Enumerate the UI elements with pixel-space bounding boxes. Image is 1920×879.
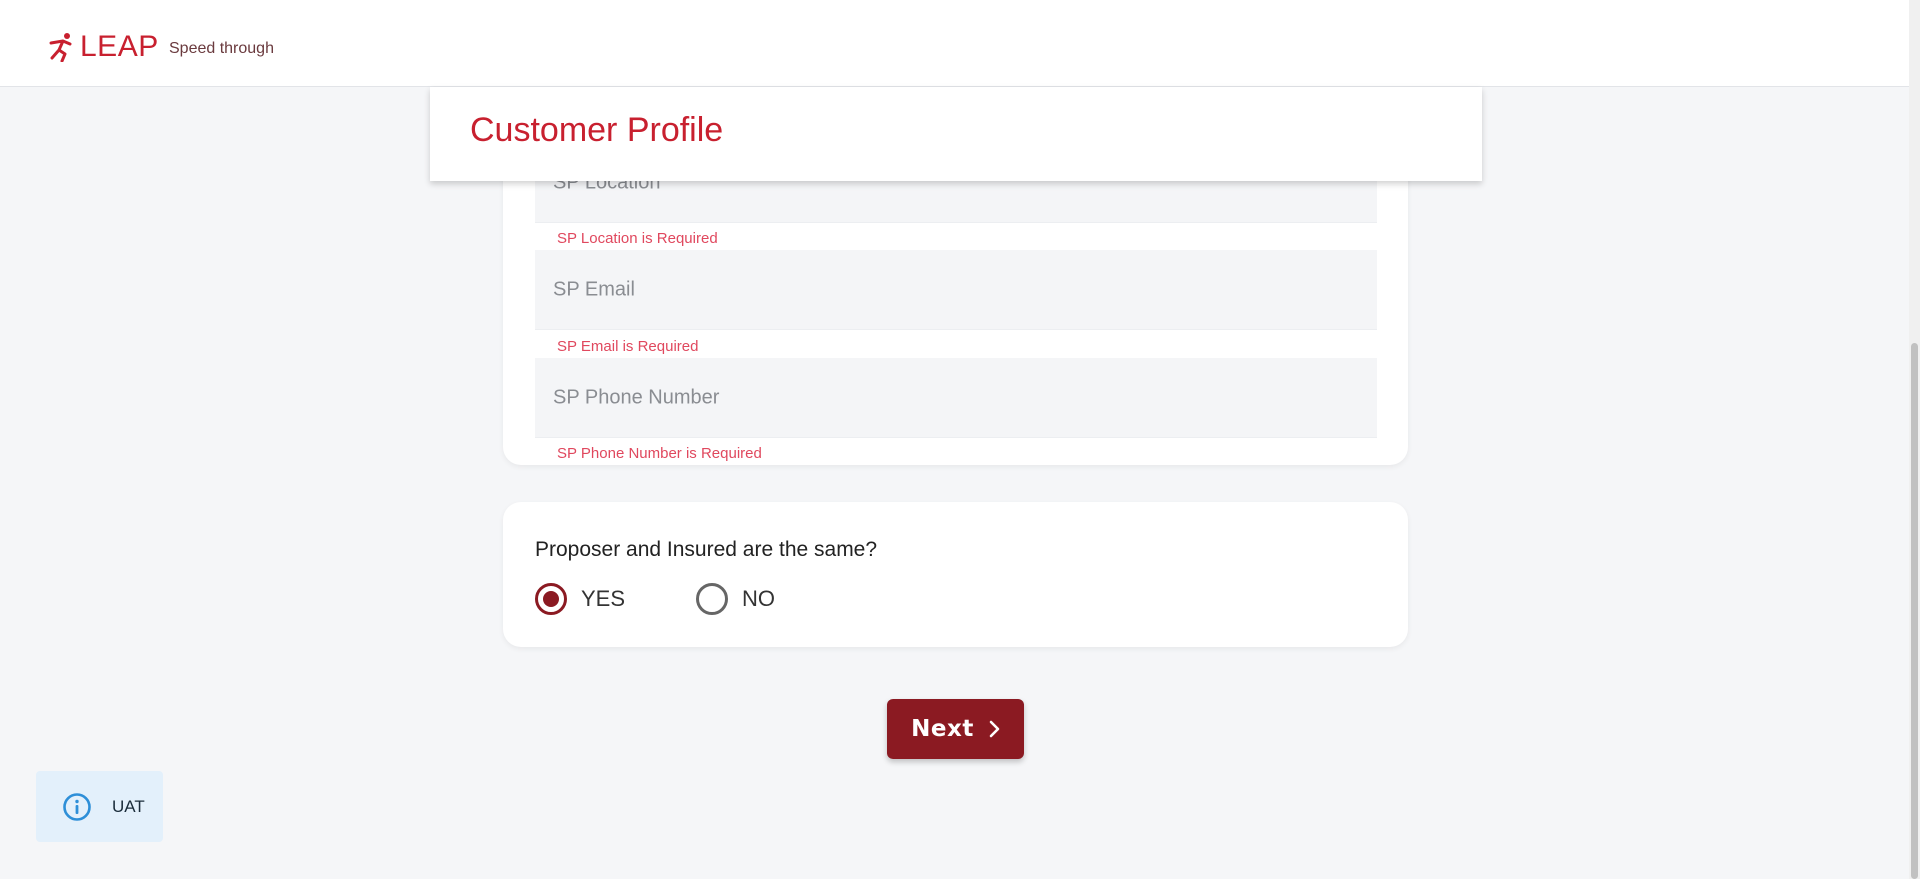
sp-phone-field[interactable]: SP Phone Number	[535, 358, 1377, 438]
proposer-question-card	[503, 502, 1408, 647]
proposer-question-label: Proposer and Insured are the same?	[535, 538, 878, 561]
next-button[interactable]: Next	[887, 699, 1024, 759]
radio-no-circle[interactable]	[696, 583, 728, 615]
chevron-right-icon	[989, 720, 1000, 738]
environment-label: UAT	[112, 796, 145, 816]
sp-phone-error: SP Phone Number is Required	[557, 445, 762, 462]
sp-location-error: SP Location is Required	[557, 230, 718, 247]
radio-yes[interactable]: YES	[535, 583, 625, 615]
radio-yes-circle[interactable]	[535, 583, 567, 615]
environment-badge[interactable]: UAT	[36, 771, 163, 842]
page-header-card: Customer Profile	[430, 87, 1482, 181]
sp-email-field[interactable]: SP Email	[535, 250, 1377, 330]
runner-icon	[49, 33, 72, 62]
next-button-label: Next	[911, 716, 974, 742]
leap-logo[interactable]: LEAP	[48, 30, 159, 64]
radio-no-label[interactable]: NO	[742, 586, 775, 612]
radio-yes-label[interactable]: YES	[581, 586, 625, 612]
page-title: Customer Profile	[470, 111, 724, 149]
sp-email-error: SP Email is Required	[557, 338, 699, 355]
radio-no[interactable]: NO	[696, 583, 775, 615]
scrollbar-thumb[interactable]	[1911, 343, 1918, 879]
sp-email-placeholder: SP Email	[553, 278, 635, 300]
top-navbar: LEAP Speed through	[0, 0, 1909, 87]
info-icon	[63, 792, 91, 821]
brand-name: LEAP	[80, 30, 159, 63]
brand-tagline: Speed through	[169, 40, 274, 57]
sp-phone-placeholder: SP Phone Number	[553, 386, 720, 408]
page-scrollbar[interactable]	[1909, 0, 1920, 879]
